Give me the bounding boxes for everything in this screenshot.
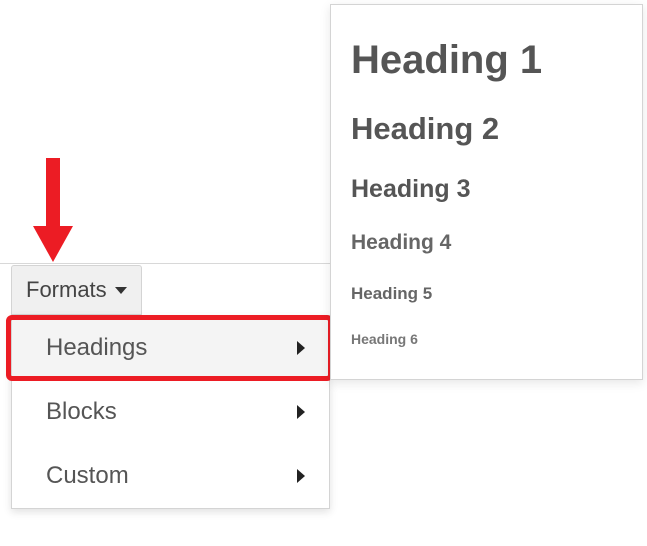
heading-option-h1[interactable]: Heading 1 [331,23,642,97]
formats-label: Formats [26,277,107,303]
submenu-item-label: Custom [46,462,129,490]
heading-option-h4[interactable]: Heading 4 [331,217,642,269]
heading-option-h3[interactable]: Heading 3 [331,161,642,218]
heading-option-h2[interactable]: Heading 2 [331,97,642,161]
submenu-item-label: Headings [46,334,147,362]
caret-down-icon [115,287,127,294]
caret-right-icon [297,469,305,483]
caret-right-icon [297,405,305,419]
arrow-annotation-icon [29,154,77,264]
heading-option-h5[interactable]: Heading 5 [331,270,642,318]
submenu-item-headings[interactable]: Headings [12,316,329,380]
formats-dropdown-button[interactable]: Formats [11,265,142,315]
submenu-item-blocks[interactable]: Blocks [12,380,329,444]
heading-option-h6[interactable]: Heading 6 [331,317,642,361]
submenu-item-label: Blocks [46,398,117,426]
caret-right-icon [297,341,305,355]
formats-submenu: Headings Blocks Custom [11,315,330,509]
headings-flyout: Heading 1 Heading 2 Heading 3 Heading 4 … [330,4,643,380]
toolbar-divider [0,263,330,264]
submenu-item-custom[interactable]: Custom [12,444,329,508]
